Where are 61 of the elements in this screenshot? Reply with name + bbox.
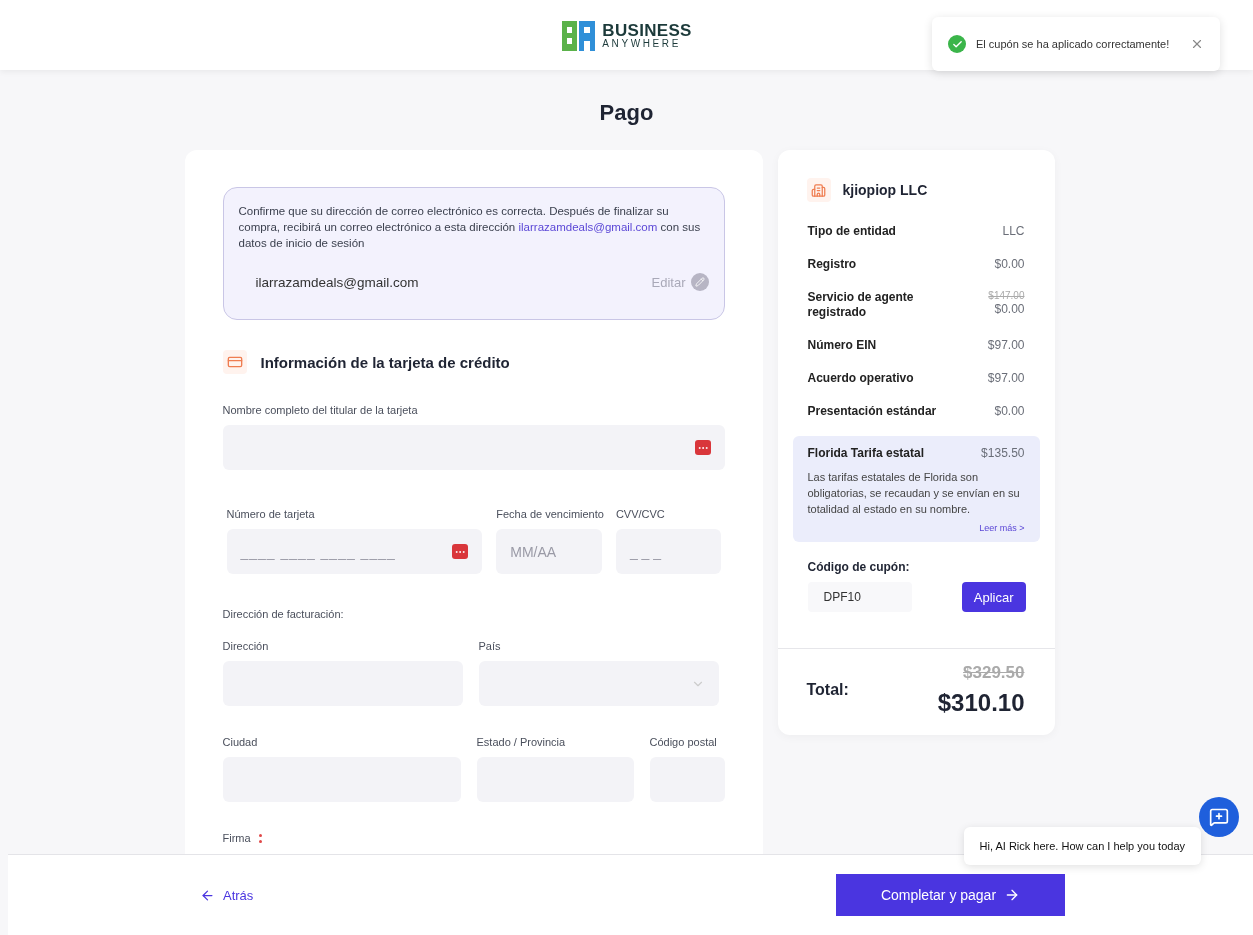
field-label: País [478,640,502,652]
field-label: CVV/CVC [615,508,666,520]
logo-text: BUSINESS [602,21,692,39]
logo-subtext: ANYWHERE [602,38,682,49]
old-total: $329.50 [963,663,1025,683]
item-price: $0.00 [994,257,1025,272]
coupon-label: Código de cupón: [807,560,911,574]
item-label: Florida Tarifa estatal [807,446,924,461]
required-icon [258,833,263,843]
autofill-icon[interactable] [452,544,469,559]
item-price: $0.00 [994,404,1025,419]
pencil-icon [690,273,709,291]
close-icon[interactable] [1190,37,1204,51]
item-price: $97.00 [987,371,1025,386]
item-label: Número EIN [807,338,877,353]
coupon-field[interactable]: DPF10 [807,582,912,612]
field-label: Fecha de vencimiento [496,508,602,520]
credit-card-icon [222,350,247,374]
submit-button[interactable]: Completar y pagar [836,874,1065,916]
total-label: Total: [806,681,849,699]
input-field[interactable] [222,425,725,470]
select-field[interactable] [478,661,719,706]
page-title: Pago [599,100,654,126]
item-label: Presentación estándar [807,404,937,419]
billing-heading: Dirección de facturación: [222,608,345,620]
placeholder-text: ____ ____ ____ ____ [240,543,396,560]
item-label: Servicio de agente registrado [807,290,915,320]
fee-description: Las tarifas estatales de Florida son obligatorias, se recaudan y se envían en su totalidad al estado en su nombre. [807,470,1021,517]
field-label: Nombre completo del titular de la tarjeta [222,404,419,416]
apply-button[interactable]: Aplicar [961,582,1026,612]
old-price: $147.00 [988,290,1025,302]
email-value: ilarrazamdeals@gmail.com [255,274,419,290]
placeholder-text: MM/AA [510,543,557,560]
read-more-link[interactable]: Leer más > [807,523,1025,533]
field-label: Ciudad [222,736,259,748]
field-label: Firma [222,832,251,844]
field-label: Dirección [222,640,270,652]
item-label: Acuerdo operativo [807,371,914,386]
toast-message: El cupón se ha aplicado correctamente! [976,38,1171,50]
check-icon [948,35,966,53]
notice-text: Confirme que su dirección de correo electrónico es correcta. Después de finalizar su compra, recibirá un correo electrónico a esta dirección ilarrazamdeals@gmail.com con sus datos de inicio de sesión [238,204,702,251]
item-price: $135.50 [981,446,1025,461]
total-amount: $310.10 [937,689,1025,717]
company-name: kjiopiop LLC [842,182,928,198]
item-price: $0.00 [994,302,1025,317]
chat-button[interactable] [1199,797,1239,837]
section-title: Información de la tarjeta de crédito [260,353,510,371]
email-link[interactable]: ilarrazamdeals@gmail.com [518,221,658,233]
back-button[interactable]: Atrás [194,886,260,904]
building-icon [806,178,831,202]
placeholder-text: _ _ _ [629,543,662,560]
chat-bubble: Hi, AI Rick here. How can I help you today [963,827,1201,865]
item-price: $97.00 [987,338,1025,353]
item-label: Registro [807,257,857,272]
field-label: Estado / Provincia [476,736,567,748]
field-label: Código postal [649,736,718,748]
item-price: LLC [1002,224,1025,239]
field-label: Número de tarjeta [226,508,316,520]
item-label: Tipo de entidad [807,224,896,239]
autofill-icon[interactable] [694,440,711,455]
chat-icon [1209,807,1229,827]
